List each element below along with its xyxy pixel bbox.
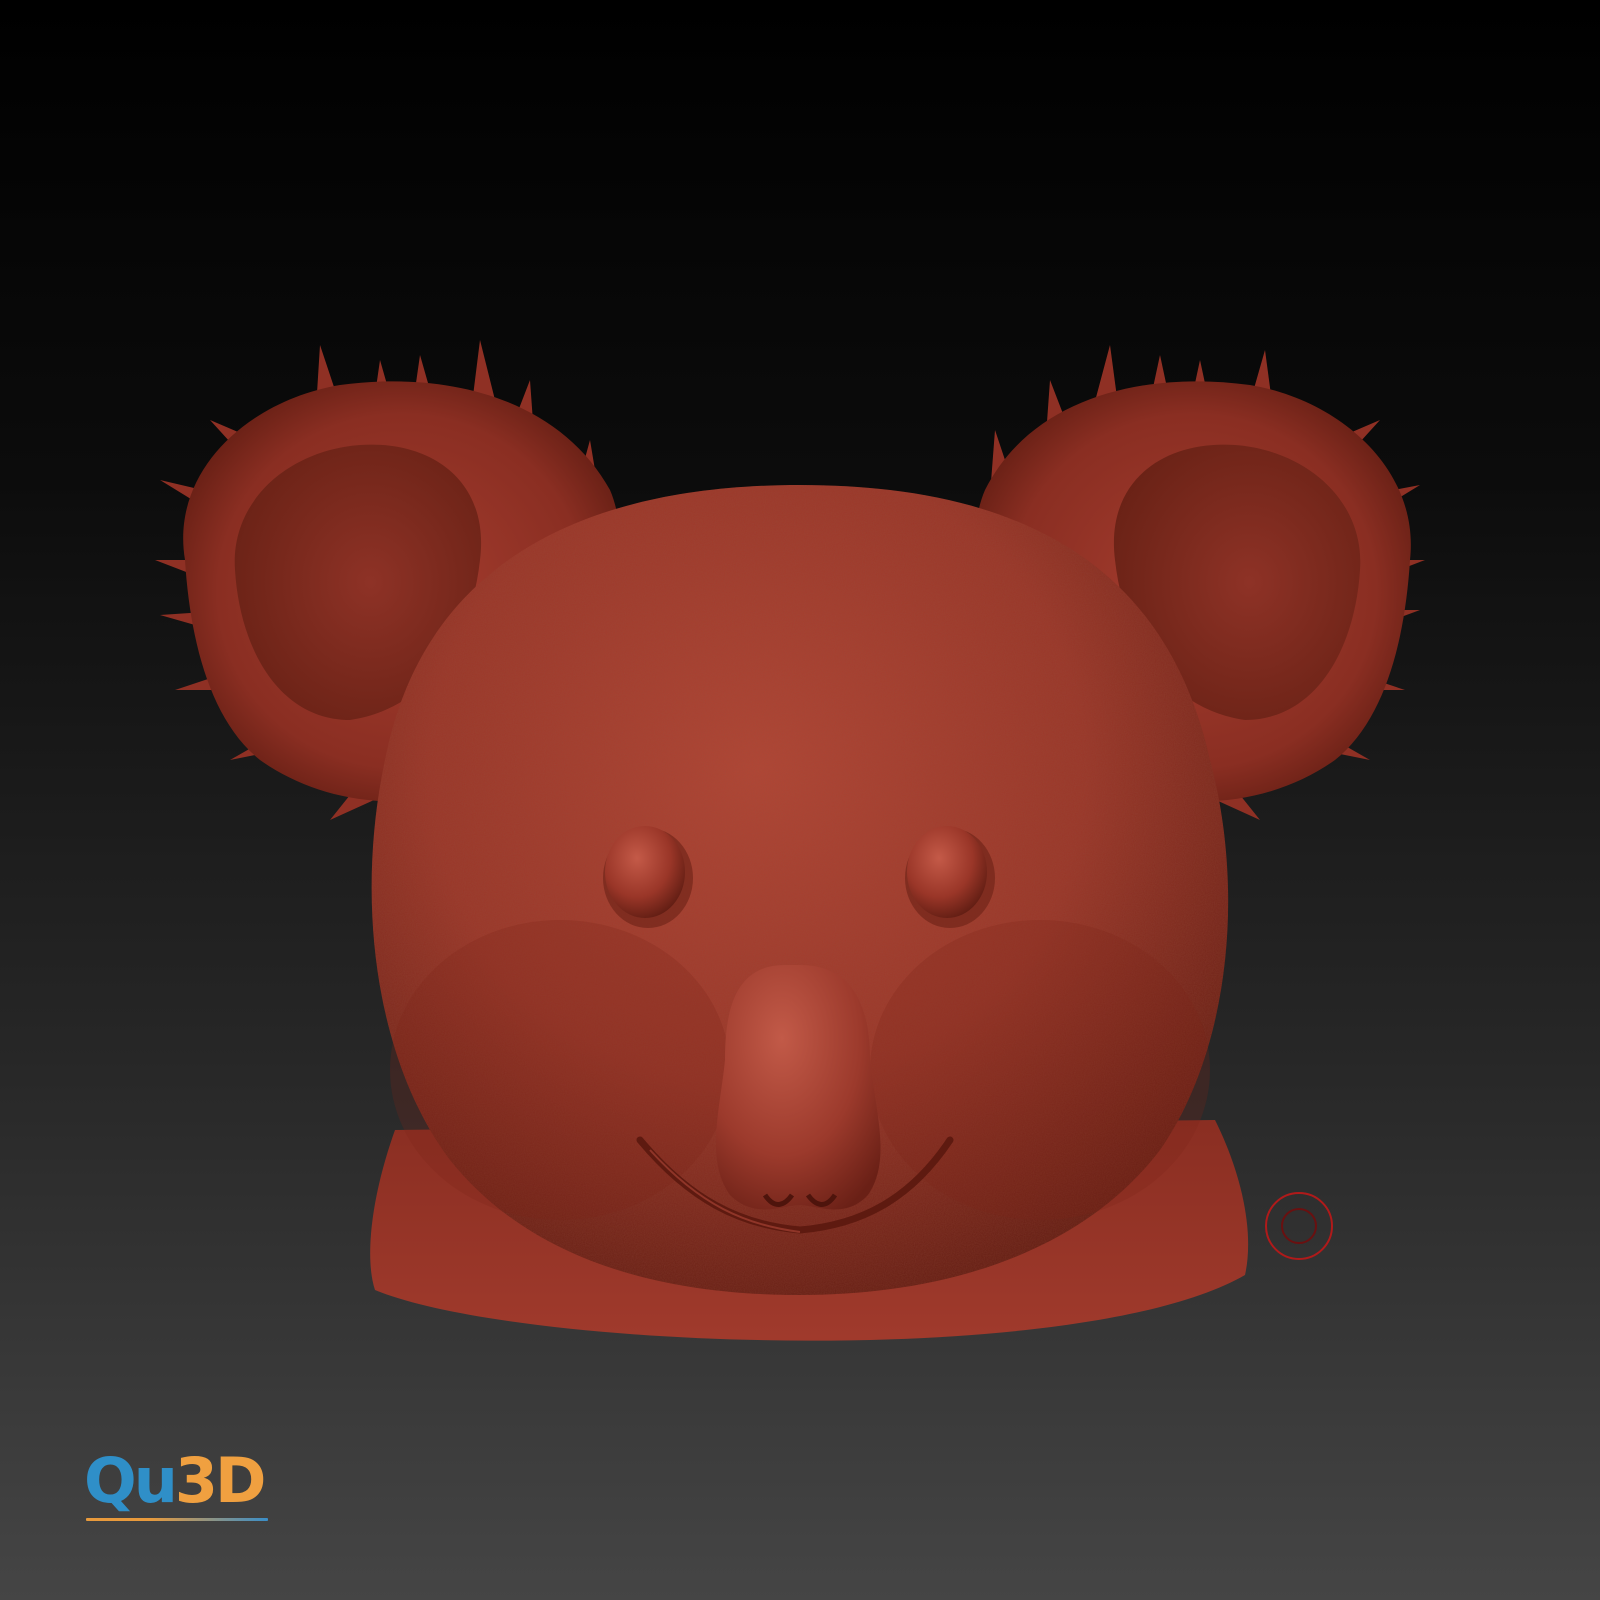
- logo-part-qu: Qu: [84, 1444, 178, 1517]
- logo-part-3d: 3D: [174, 1444, 267, 1517]
- logo-text: Qu3D: [84, 1444, 267, 1517]
- navigation-gizmo-icon[interactable]: [1264, 1191, 1334, 1261]
- qu3d-logo: Qu3D: [84, 1446, 274, 1526]
- logo-underline: [86, 1518, 268, 1521]
- 3d-viewport[interactable]: Qu3D: [0, 0, 1600, 1600]
- koala-sculpt-model: [155, 340, 1425, 1341]
